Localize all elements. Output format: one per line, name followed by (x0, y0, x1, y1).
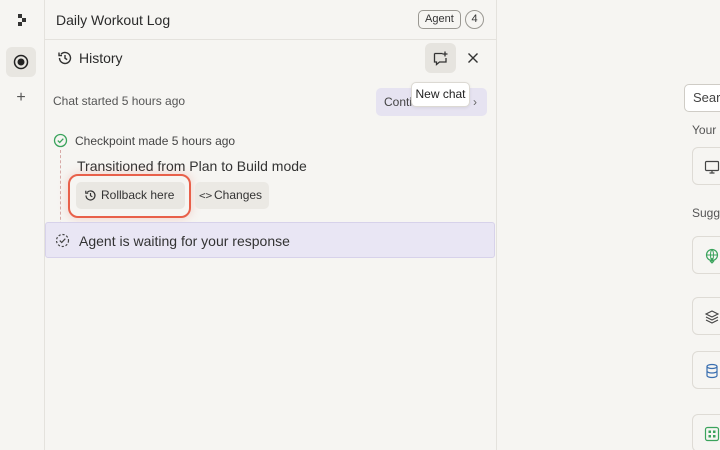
new-chat-button[interactable] (425, 43, 456, 73)
record-icon (13, 54, 29, 70)
agent-badge[interactable]: Agent (418, 10, 461, 29)
database-icon (706, 363, 718, 379)
top-bar: Daily Workout Log Agent 4 (45, 0, 496, 40)
grid-icon (704, 426, 720, 442)
chevron-right-icon: › (473, 95, 477, 109)
your-item-card[interactable] (692, 147, 720, 185)
panel-divider[interactable] (496, 0, 497, 450)
rollback-icon (85, 190, 96, 201)
new-chat-icon (433, 51, 448, 66)
monitor-icon (704, 160, 720, 174)
globe-icon (705, 248, 719, 264)
chat-started-label: Chat started 5 hours ago (53, 94, 186, 108)
suggestion-card-layers[interactable] (692, 297, 720, 335)
search-input[interactable]: Sear (684, 84, 720, 112)
history-icon (58, 51, 72, 65)
checkpoint-label: Checkpoint made 5 hours ago (75, 134, 236, 148)
suggestion-card-grid[interactable] (692, 414, 720, 450)
agent-status-text: Agent is waiting for your response (79, 233, 290, 249)
timeline-connector (60, 150, 61, 230)
logo-icon[interactable] (14, 12, 30, 28)
checkpoint-description: Transitioned from Plan to Build mode (77, 158, 307, 174)
waiting-icon (55, 233, 70, 248)
history-title: History (79, 50, 123, 66)
notification-count-badge[interactable]: 4 (465, 10, 484, 29)
new-chat-tooltip: New chat (411, 82, 470, 107)
suggestions-section-label: Sugg (692, 206, 720, 220)
check-circle-icon (53, 133, 68, 148)
your-section-label: Your (692, 123, 717, 137)
project-title: Daily Workout Log (56, 12, 171, 28)
continue-label: Conti (384, 95, 413, 109)
close-icon (468, 53, 478, 63)
suggestion-card-database[interactable] (692, 351, 720, 389)
layers-icon (704, 310, 720, 324)
suggestion-card-web[interactable] (692, 236, 720, 274)
agent-status-bar: Agent is waiting for your response (45, 222, 495, 258)
close-history-button[interactable] (465, 50, 481, 66)
active-session-button[interactable] (6, 47, 36, 77)
code-icon: <> (199, 189, 213, 202)
left-rail: + (0, 0, 45, 450)
plus-icon[interactable]: + (13, 89, 29, 106)
